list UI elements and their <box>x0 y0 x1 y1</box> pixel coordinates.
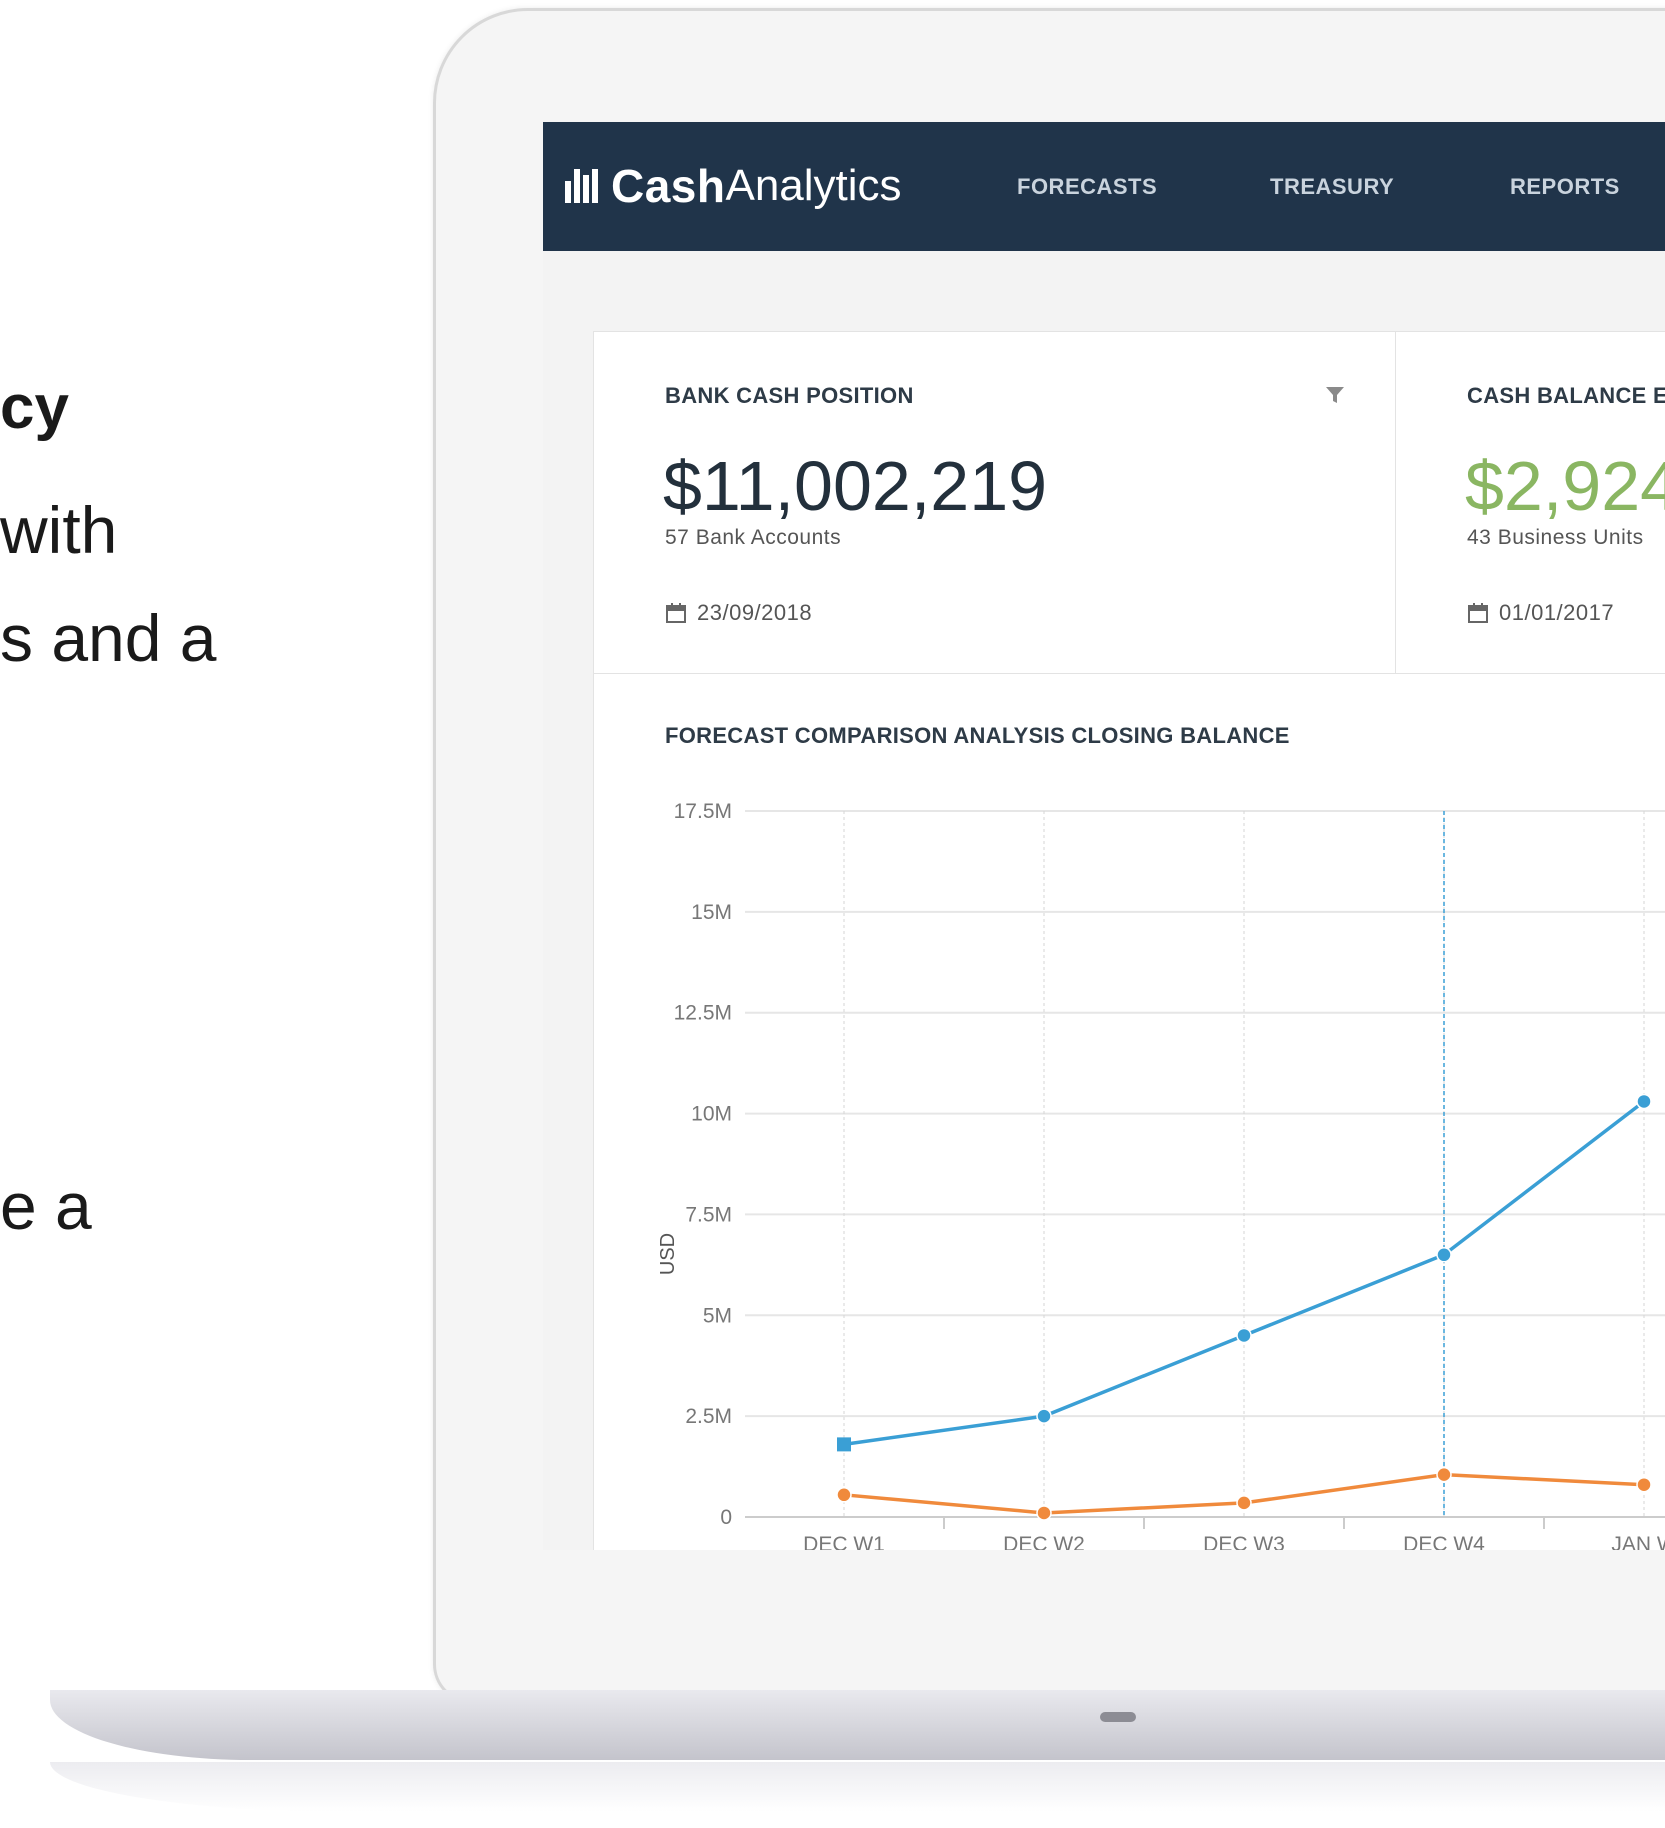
app-logo[interactable]: Cash Analytics <box>565 156 902 216</box>
calendar-icon <box>666 603 686 623</box>
cash-balance-value: $2,924 <box>1465 447 1665 525</box>
forecast-chart-card: FORECAST COMPARISON ANALYSIS CLOSING BAL… <box>593 673 1665 1550</box>
filter-icon[interactable] <box>1324 384 1346 406</box>
laptop-shadow <box>50 1762 1665 1812</box>
x-tick-label: DEC W3 <box>1203 1533 1285 1550</box>
bar-chart-logo-icon <box>565 169 601 203</box>
y-axis-label: USD <box>657 1233 679 1275</box>
side-text-line-3: s and a <box>0 601 217 675</box>
app-screen: Cash Analytics FORECASTS TREASURY REPORT… <box>543 122 1665 1550</box>
series-1-point <box>1436 1247 1452 1263</box>
top-navigation-bar: Cash Analytics FORECASTS TREASURY REPORT… <box>543 122 1665 251</box>
x-tick-label: DEC W1 <box>803 1533 885 1550</box>
balance-date: 01/01/2017 <box>1467 600 1614 626</box>
y-tick-label: 5M <box>703 1304 732 1327</box>
series-1-point <box>837 1437 851 1452</box>
nav-reports[interactable]: REPORTS <box>1510 174 1620 200</box>
laptop-base <box>50 1690 1665 1760</box>
cash-balance-card: CASH BALANCE EN $2,924 43 Business Units… <box>1395 331 1665 675</box>
y-tick-label: 2.5M <box>685 1405 732 1428</box>
bank-date-text: 23/09/2018 <box>697 600 813 625</box>
business-units-count: 43 Business Units <box>1467 526 1644 549</box>
y-tick-label: 12.5M <box>674 1002 732 1025</box>
logo-text-bold: Cash <box>611 160 726 212</box>
series-2-point <box>836 1487 852 1503</box>
card-title: CASH BALANCE EN <box>1467 383 1665 408</box>
side-text-line-4: e a <box>0 1169 92 1243</box>
series-1-point <box>1236 1327 1252 1344</box>
series-1-point <box>1036 1408 1052 1424</box>
balance-date-text: 01/01/2017 <box>1499 600 1615 625</box>
series-1-point <box>1636 1093 1652 1110</box>
y-tick-label: 10M <box>691 1103 732 1126</box>
y-tick-label: 7.5M <box>685 1203 732 1226</box>
y-tick-label: 17.5M <box>674 800 732 823</box>
card-title: BANK CASH POSITION <box>665 383 914 408</box>
bank-cash-value: $11,002,219 <box>663 447 1048 525</box>
series-line-1 <box>843 1100 1646 1447</box>
y-tick-label: 0 <box>720 1506 732 1529</box>
x-tick-label: DEC W4 <box>1403 1533 1485 1550</box>
series-2-point <box>1636 1476 1652 1493</box>
side-text-line-2: with <box>0 493 118 567</box>
forecast-line-chart: 0 2.5M 5M 7.5M 10M 12.5M 15M 17.5M USD DEC W1 DEC … <box>657 800 1665 1550</box>
y-tick-label: 15M <box>691 901 732 924</box>
calendar-icon <box>1468 603 1488 623</box>
series-2-point <box>1236 1495 1252 1511</box>
x-tick-label: DEC W2 <box>1003 1533 1085 1550</box>
x-tick-label: JAN W <box>1611 1533 1665 1550</box>
laptop-notch <box>1100 1712 1136 1722</box>
bank-cash-position-card: BANK CASH POSITION $11,002,219 57 Bank A… <box>593 331 1397 675</box>
nav-treasury[interactable]: TREASURY <box>1270 174 1394 200</box>
side-text-line-1: cy <box>0 373 69 442</box>
bank-accounts-count: 57 Bank Accounts <box>665 526 842 549</box>
nav-forecasts[interactable]: FORECASTS <box>1017 174 1157 200</box>
bank-date: 23/09/2018 <box>665 600 812 626</box>
series-2-point <box>1036 1505 1052 1521</box>
series-2-point <box>1436 1466 1452 1483</box>
logo-text-thin: Analytics <box>725 161 902 210</box>
